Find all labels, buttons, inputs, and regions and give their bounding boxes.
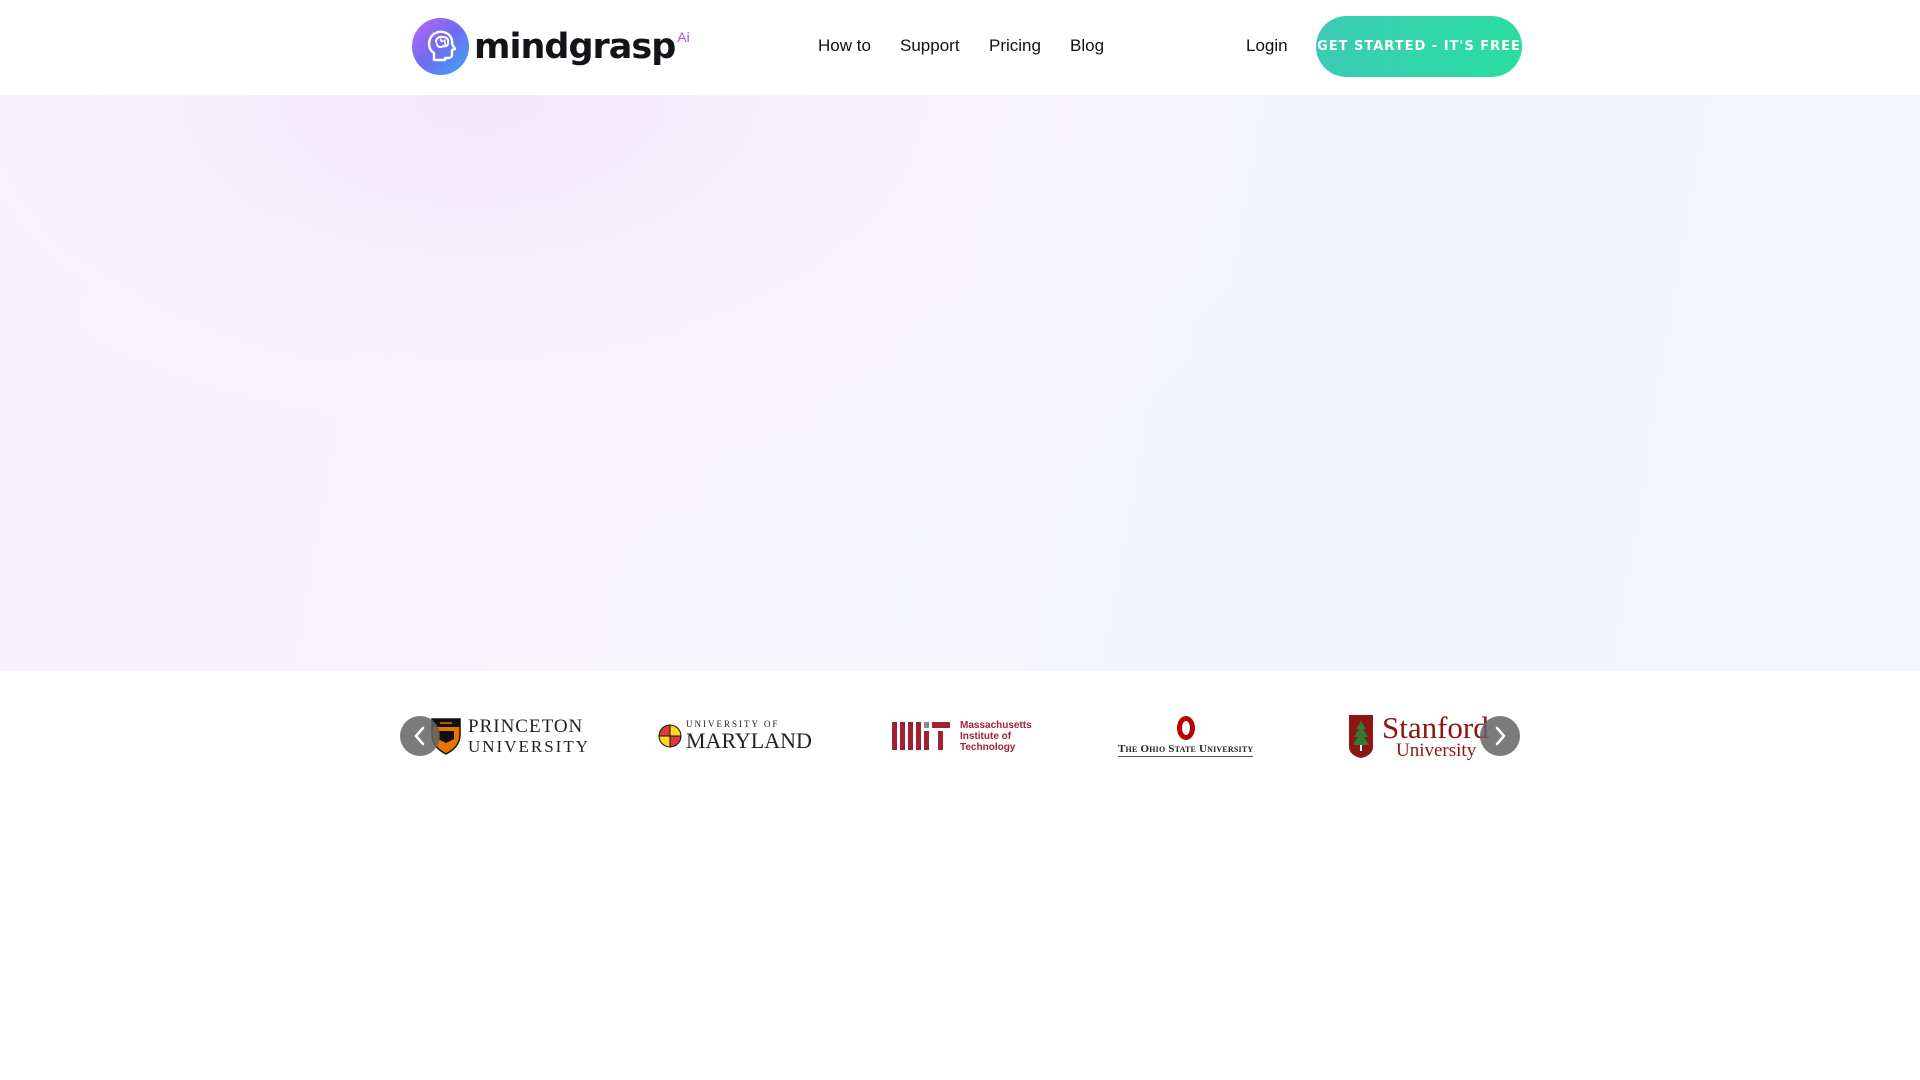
ohio-state-text: The Ohio State University xyxy=(1118,743,1254,757)
stanford-line2: University xyxy=(1396,740,1477,761)
nav-blog[interactable]: Blog xyxy=(1070,35,1104,57)
maryland-line2: MARYLAND xyxy=(686,728,812,753)
ohio-state-logo: The Ohio State University xyxy=(1118,700,1254,772)
login-link[interactable]: Login xyxy=(1246,35,1288,57)
head-brain-icon xyxy=(412,17,469,75)
site-header: mindgrasp Ai How to Support Pricing Blog… xyxy=(0,0,1920,95)
university-logo-carousel: PRINCETON UNIVERSITY UNIVERSITY OF MARYL… xyxy=(400,700,1520,772)
mit-line3: Technology xyxy=(960,741,1016,753)
stanford-logo: Stanford University xyxy=(1346,700,1489,772)
ohio-state-o-icon xyxy=(1176,715,1196,741)
stanford-tree-icon xyxy=(1346,713,1376,759)
chevron-left-icon xyxy=(412,726,428,746)
carousel-prev-button[interactable] xyxy=(400,716,440,756)
mindgrasp-logo[interactable]: mindgrasp Ai xyxy=(412,17,690,75)
princeton-line1: PRINCETON xyxy=(468,716,584,737)
mit-line1: Massachusetts xyxy=(960,719,1032,731)
mit-logo: Massachusetts Institute of Technology xyxy=(892,700,1032,772)
mit-wordmark-icon xyxy=(892,720,950,752)
stanford-line1: Stanford xyxy=(1382,710,1489,745)
logo-wordmark: mindgrasp xyxy=(474,26,676,67)
chevron-right-icon xyxy=(1492,726,1508,746)
maryland-logo: UNIVERSITY OF MARYLAND xyxy=(658,700,812,772)
princeton-line2: UNIVERSITY xyxy=(468,737,590,756)
mit-line2: Institute of xyxy=(960,730,1012,742)
get-started-button[interactable]: GET STARTED - IT'S FREE xyxy=(1316,16,1522,77)
nav-support[interactable]: Support xyxy=(900,35,960,57)
carousel-next-button[interactable] xyxy=(1480,716,1520,756)
logo-superscript: Ai xyxy=(677,29,690,45)
nav-pricing[interactable]: Pricing xyxy=(989,35,1041,57)
hero-section xyxy=(0,95,1920,671)
maryland-seal-icon xyxy=(658,724,682,748)
princeton-logo: PRINCETON UNIVERSITY xyxy=(430,700,590,772)
nav-how-to[interactable]: How to xyxy=(818,35,871,57)
